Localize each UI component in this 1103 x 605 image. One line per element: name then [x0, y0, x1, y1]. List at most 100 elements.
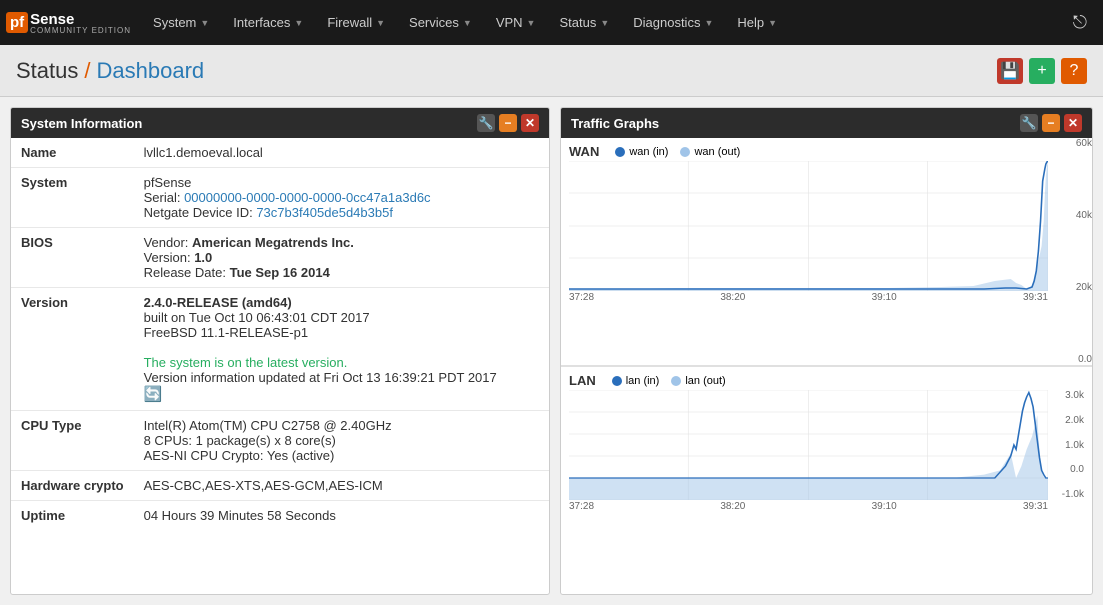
- nav-vpn[interactable]: VPN ▼: [484, 0, 548, 45]
- system-info-settings-icon[interactable]: 🔧: [477, 114, 495, 132]
- nav-diagnostics[interactable]: Diagnostics ▼: [621, 0, 725, 45]
- wan-out-dot: [680, 147, 690, 157]
- breadcrumb-actions: 💾 + ?: [997, 58, 1087, 84]
- nav-diagnostics-arrow: ▼: [704, 18, 713, 28]
- value-bios: Vendor: American Megatrends Inc. Version…: [134, 228, 549, 288]
- breadcrumb-status: Status: [16, 58, 78, 84]
- nav-system[interactable]: System ▼: [141, 0, 221, 45]
- nav-exit-icon[interactable]: ⎋: [1063, 12, 1097, 33]
- lan-graph-container: LAN lan (in) lan (out): [561, 367, 1092, 594]
- system-info-title: System Information: [21, 116, 477, 131]
- value-hw-crypto: AES-CBC,AES-XTS,AES-GCM,AES-ICM: [134, 471, 549, 501]
- label-version: Version: [11, 288, 134, 411]
- value-cpu: Intel(R) Atom(TM) CPU C2758 @ 2.40GHz 8 …: [134, 411, 549, 471]
- main-content: System Information 🔧 − ✕ Name lvllc1.dem…: [0, 97, 1103, 605]
- lan-x-labels: 37:28 38:20 39:10 39:31: [569, 501, 1084, 512]
- traffic-minimize-icon[interactable]: −: [1042, 114, 1060, 132]
- logo-sense: Sense: [30, 11, 74, 28]
- nav-firewall[interactable]: Firewall ▼: [315, 0, 397, 45]
- traffic-graphs-panel: Traffic Graphs 🔧 − ✕ WAN wan (in) wan (o…: [560, 107, 1093, 595]
- bios-version: 1.0: [194, 250, 212, 265]
- navbar: pf Sense COMMUNITY EDITION System ▼ Inte…: [0, 0, 1103, 45]
- nav-help[interactable]: Help ▼: [725, 0, 789, 45]
- system-info-close-icon[interactable]: ✕: [521, 114, 539, 132]
- label-cpu: CPU Type: [11, 411, 134, 471]
- value-version: 2.4.0-RELEASE (amd64) built on Tue Oct 1…: [134, 288, 549, 411]
- lan-legend-in: lan (in): [612, 375, 660, 387]
- table-row: CPU Type Intel(R) Atom(TM) CPU C2758 @ 2…: [11, 411, 549, 471]
- traffic-graphs-header: Traffic Graphs 🔧 − ✕: [561, 108, 1092, 138]
- label-system: System: [11, 168, 134, 228]
- breadcrumb-page: Dashboard: [97, 58, 205, 84]
- wan-y-labels: 60k 40k 20k 0.0: [1060, 138, 1092, 365]
- logo-pf: pf: [6, 12, 28, 33]
- lan-y-labels: 3.0k 2.0k 1.0k 0.0 -1.0k: [1050, 390, 1084, 500]
- table-row: Version 2.4.0-RELEASE (amd64) built on T…: [11, 288, 549, 411]
- add-button[interactable]: +: [1029, 58, 1055, 84]
- breadcrumb-separator: /: [84, 58, 90, 84]
- label-bios: BIOS: [11, 228, 134, 288]
- nav-vpn-arrow: ▼: [527, 18, 536, 28]
- value-system: pfSense Serial: 00000000-0000-0000-0000-…: [134, 168, 549, 228]
- system-info-body: Name lvllc1.demoeval.local System pfSens…: [11, 138, 549, 530]
- version-latest-notice: The system is on the latest version.: [144, 355, 348, 370]
- version-number: 2.4.0-RELEASE (amd64): [144, 295, 292, 310]
- lan-in-dot: [612, 376, 622, 386]
- system-info-header: System Information 🔧 − ✕: [11, 108, 549, 138]
- breadcrumb: Status / Dashboard: [16, 58, 204, 84]
- traffic-graphs-title: Traffic Graphs: [571, 116, 1020, 131]
- nav-interfaces[interactable]: Interfaces ▼: [221, 0, 315, 45]
- nav-help-arrow: ▼: [768, 18, 777, 28]
- wan-in-dot: [615, 147, 625, 157]
- label-name: Name: [11, 138, 134, 168]
- lan-title-row: LAN lan (in) lan (out): [569, 373, 1084, 388]
- value-name: lvllc1.demoeval.local: [134, 138, 549, 168]
- nav-system-arrow: ▼: [200, 18, 209, 28]
- wan-title: WAN: [569, 144, 599, 159]
- nav-firewall-arrow: ▼: [376, 18, 385, 28]
- serial-value: 00000000-0000-0000-0000-0cc47a1a3d6c: [184, 190, 431, 205]
- traffic-close-icon[interactable]: ✕: [1064, 114, 1082, 132]
- lan-legend-out: lan (out): [671, 375, 725, 387]
- nav-status[interactable]: Status ▼: [547, 0, 621, 45]
- nav-status-arrow: ▼: [600, 18, 609, 28]
- traffic-graphs-controls: 🔧 − ✕: [1020, 114, 1082, 132]
- nav-services[interactable]: Services ▼: [397, 0, 484, 45]
- lan-graph-svg: [569, 390, 1048, 500]
- system-info-controls: 🔧 − ✕: [477, 114, 539, 132]
- lan-title: LAN: [569, 373, 596, 388]
- wan-title-row: WAN wan (in) wan (out): [569, 144, 1084, 159]
- wan-in-label: wan (in): [629, 146, 668, 158]
- wan-legend-out: wan (out): [680, 146, 740, 158]
- wan-graph-svg: [569, 161, 1048, 291]
- traffic-settings-icon[interactable]: 🔧: [1020, 114, 1038, 132]
- help-button[interactable]: ?: [1061, 58, 1087, 84]
- wan-x-labels: 37:28 38:20 39:10 39:31: [569, 292, 1084, 303]
- save-button[interactable]: 💾: [997, 58, 1023, 84]
- label-uptime: Uptime: [11, 501, 134, 531]
- table-row: Uptime 04 Hours 39 Minutes 58 Seconds: [11, 501, 549, 531]
- value-uptime: 04 Hours 39 Minutes 58 Seconds: [134, 501, 549, 531]
- nav-services-arrow: ▼: [463, 18, 472, 28]
- lan-in-label: lan (in): [626, 375, 660, 387]
- label-hw-crypto: Hardware crypto: [11, 471, 134, 501]
- table-row: Name lvllc1.demoeval.local: [11, 138, 549, 168]
- logo[interactable]: pf Sense COMMUNITY EDITION: [6, 11, 131, 35]
- table-row: BIOS Vendor: American Megatrends Inc. Ve…: [11, 228, 549, 288]
- netgate-id-value: 73c7b3f405de5d4b3b5f: [256, 205, 393, 220]
- logo-ce: COMMUNITY EDITION: [30, 26, 131, 35]
- bios-vendor: American Megatrends Inc.: [192, 235, 354, 250]
- wan-out-label: wan (out): [694, 146, 740, 158]
- lan-out-label: lan (out): [685, 375, 725, 387]
- system-info-panel: System Information 🔧 − ✕ Name lvllc1.dem…: [10, 107, 550, 595]
- table-row: Hardware crypto AES-CBC,AES-XTS,AES-GCM,…: [11, 471, 549, 501]
- table-row: System pfSense Serial: 00000000-0000-000…: [11, 168, 549, 228]
- nav-interfaces-arrow: ▼: [294, 18, 303, 28]
- version-refresh-icon[interactable]: 🔄: [144, 386, 163, 403]
- system-info-table: Name lvllc1.demoeval.local System pfSens…: [11, 138, 549, 530]
- wan-graph-container: WAN wan (in) wan (out): [561, 138, 1092, 367]
- wan-legend-in: wan (in): [615, 146, 668, 158]
- breadcrumb-bar: Status / Dashboard 💾 + ?: [0, 45, 1103, 97]
- lan-out-dot: [671, 376, 681, 386]
- system-info-minimize-icon[interactable]: −: [499, 114, 517, 132]
